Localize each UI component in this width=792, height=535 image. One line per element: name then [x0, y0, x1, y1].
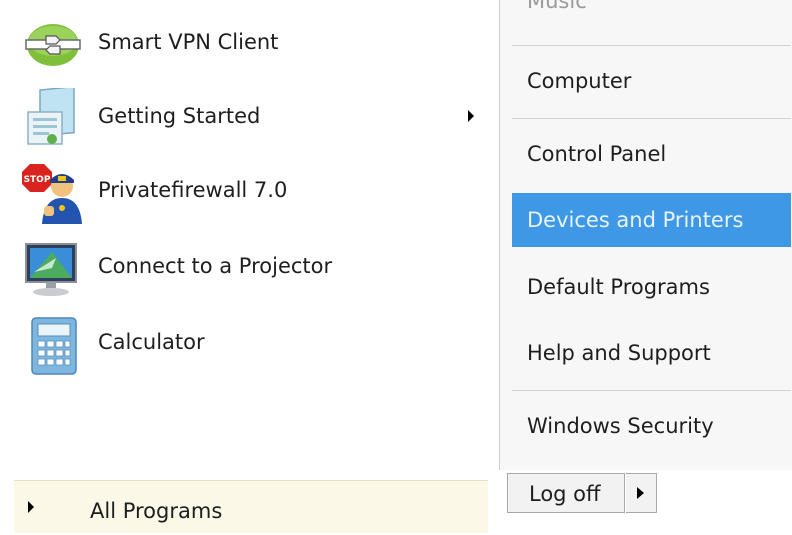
expand-arrow-icon [28, 501, 34, 513]
places-item-windows-security[interactable]: Windows Security [512, 399, 791, 453]
program-label: Privatefirewall 7.0 [98, 178, 288, 202]
program-label: Calculator [98, 330, 205, 354]
firewall-icon: STOP [22, 162, 84, 224]
places-item-devices-and-printers[interactable]: Devices and Printers [512, 193, 791, 247]
program-item-connect-to-a-projector[interactable]: Connect to a Projector [0, 236, 499, 306]
projector-icon [22, 238, 84, 300]
log-off-button[interactable]: Log off [507, 473, 625, 513]
places-item-default-programs[interactable]: Default Programs [512, 260, 791, 314]
all-programs-label: All Programs [90, 499, 223, 523]
start-menu-programs-pane: Smart VPN Client Getting Started STOP Pr… [0, 0, 499, 470]
places-item-label: Music [527, 0, 587, 13]
places-item-control-panel[interactable]: Control Panel [512, 127, 791, 181]
program-item-privatefirewall[interactable]: STOP Privatefirewall 7.0 [0, 160, 499, 230]
submenu-arrow-icon[interactable] [468, 110, 474, 122]
chevron-right-icon [637, 487, 644, 499]
shutdown-area: Log off [499, 470, 792, 535]
program-item-getting-started[interactable]: Getting Started [0, 86, 499, 156]
start-menu-places-pane: Music Computer Control Panel Devices and… [499, 0, 792, 470]
divider [512, 45, 791, 46]
getting-started-icon [22, 88, 84, 150]
vpn-client-icon [22, 14, 84, 76]
all-programs-button[interactable]: All Programs [14, 480, 488, 533]
program-item-smart-vpn-client[interactable]: Smart VPN Client [0, 12, 499, 82]
divider [512, 118, 791, 119]
places-item-help-and-support[interactable]: Help and Support [512, 326, 791, 380]
places-item-music[interactable]: Music [512, 0, 791, 24]
log-off-label: Log off [529, 482, 601, 506]
svg-text:STOP: STOP [24, 175, 51, 185]
program-label: Smart VPN Client [98, 30, 279, 54]
shutdown-options-button[interactable] [626, 473, 657, 513]
calculator-icon [22, 314, 84, 376]
program-label: Connect to a Projector [98, 254, 333, 278]
divider [512, 390, 791, 391]
program-label: Getting Started [98, 104, 261, 128]
places-item-computer[interactable]: Computer [512, 54, 791, 108]
program-item-calculator[interactable]: Calculator [0, 312, 499, 382]
